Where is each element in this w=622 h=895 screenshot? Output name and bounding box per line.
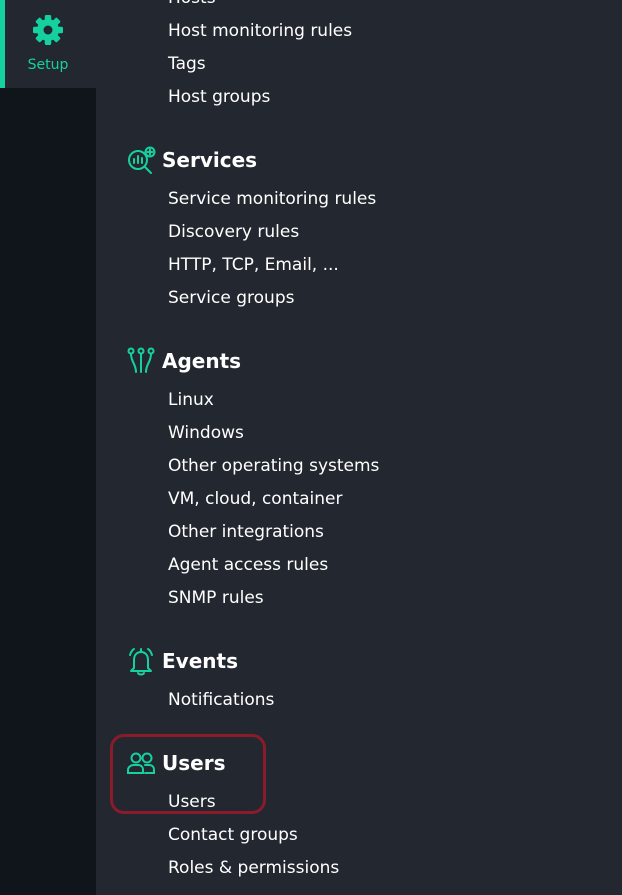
gear-icon	[33, 15, 63, 45]
menu-item-notifications[interactable]: Notifications	[168, 686, 274, 714]
menu-item-service-monitoring-rules[interactable]: Service monitoring rules	[168, 185, 376, 213]
menu-item-hosts[interactable]: Hosts	[168, 0, 216, 12]
menu-item-host-groups[interactable]: Host groups	[168, 83, 270, 111]
bell-icon	[129, 648, 153, 676]
menu-item-windows[interactable]: Windows	[168, 419, 244, 447]
menu-item-vm-cloud-container[interactable]: VM, cloud, container	[168, 485, 343, 513]
sidebar-item-label: Setup	[27, 57, 69, 73]
menu-item-agent-access-rules[interactable]: Agent access rules	[168, 551, 328, 579]
section-title-services: Services	[162, 148, 258, 172]
highlight-box	[110, 734, 266, 814]
section-title-events: Events	[162, 649, 238, 673]
agents-icon	[127, 347, 155, 373]
services-icon	[128, 146, 156, 174]
menu-item-other-operating-systems[interactable]: Other operating systems	[168, 452, 379, 480]
menu-item-roles-permissions[interactable]: Roles & permissions	[168, 854, 339, 882]
menu-item-other-integrations[interactable]: Other integrations	[168, 518, 324, 546]
section-services: Services	[126, 143, 257, 177]
menu-item-contact-groups[interactable]: Contact groups	[168, 821, 298, 849]
sidebar-item-setup[interactable]: Setup	[0, 0, 96, 88]
sidebar: Setup	[0, 0, 96, 895]
setup-menu: Hosts Host monitoring rules Tags Host gr…	[96, 0, 622, 895]
menu-item-tags[interactable]: Tags	[168, 50, 206, 78]
menu-item-linux[interactable]: Linux	[168, 386, 214, 414]
menu-item-discovery-rules[interactable]: Discovery rules	[168, 218, 299, 246]
section-title-agents: Agents	[162, 349, 242, 373]
section-events: Events	[126, 644, 238, 678]
active-indicator	[0, 0, 5, 88]
menu-item-service-groups[interactable]: Service groups	[168, 284, 294, 312]
menu-item-http-tcp-email[interactable]: HTTP, TCP, Email, ...	[168, 251, 339, 279]
menu-item-host-monitoring-rules[interactable]: Host monitoring rules	[168, 17, 352, 45]
menu-item-snmp-rules[interactable]: SNMP rules	[168, 584, 264, 612]
section-agents: Agents	[126, 344, 241, 378]
